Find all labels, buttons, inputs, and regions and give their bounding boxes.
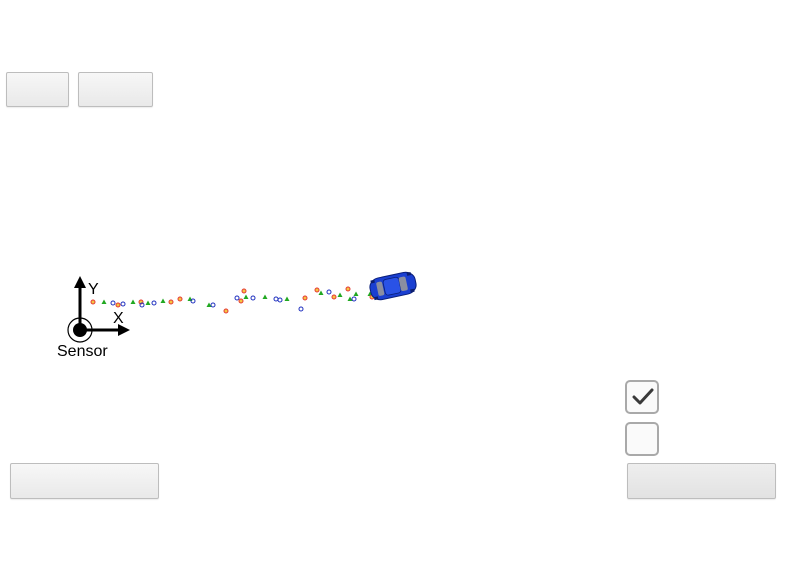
detection-marker-triangle xyxy=(284,296,290,301)
detection-marker-radar xyxy=(177,296,183,302)
detection-marker-radar xyxy=(331,294,337,300)
detection-marker-radar xyxy=(223,308,229,314)
detection-marker-lidar xyxy=(326,289,332,295)
detection-marker-lidar xyxy=(110,300,116,306)
detection-marker-lidar xyxy=(298,306,304,312)
detection-marker-radar xyxy=(238,298,244,304)
detection-marker-triangle xyxy=(353,291,359,296)
detection-marker-triangle xyxy=(101,299,107,304)
detection-marker-radar xyxy=(345,286,351,292)
detection-marker-radar xyxy=(302,295,308,301)
checkbox-1[interactable] xyxy=(625,380,659,414)
detection-marker-triangle xyxy=(160,298,166,303)
checkmark-icon xyxy=(632,388,654,405)
detection-marker-radar xyxy=(168,299,174,305)
detection-markers xyxy=(90,286,375,314)
detection-marker-lidar xyxy=(151,300,157,306)
y-axis-arrowhead xyxy=(74,276,86,288)
detection-marker-lidar xyxy=(273,296,279,302)
detection-marker-triangle xyxy=(145,300,151,305)
bottom-left-button[interactable] xyxy=(10,463,159,499)
detection-marker-lidar xyxy=(351,296,357,302)
detection-marker-triangle xyxy=(243,294,249,299)
sensor-label: Sensor xyxy=(57,343,108,360)
checkbox-2[interactable] xyxy=(625,422,659,456)
detection-marker-radar xyxy=(90,299,96,305)
detection-marker-triangle xyxy=(318,290,324,295)
detection-marker-triangle xyxy=(337,292,343,297)
detection-marker-radar xyxy=(115,302,121,308)
detection-marker-lidar xyxy=(277,297,283,303)
detection-marker-radar xyxy=(241,288,247,294)
axis-y-label: Y xyxy=(88,281,99,298)
car-icon xyxy=(369,271,417,301)
detection-marker-lidar xyxy=(250,295,256,301)
detection-marker-lidar xyxy=(120,301,126,307)
detection-marker-triangle xyxy=(262,294,268,299)
bottom-right-button[interactable] xyxy=(627,463,776,499)
detection-marker-lidar xyxy=(210,302,216,308)
detection-marker-lidar xyxy=(234,295,240,301)
detection-marker-triangle xyxy=(130,299,136,304)
detection-marker-triangle xyxy=(187,296,193,301)
detection-marker-radar xyxy=(314,287,320,293)
axis-x-label: X xyxy=(113,310,124,327)
